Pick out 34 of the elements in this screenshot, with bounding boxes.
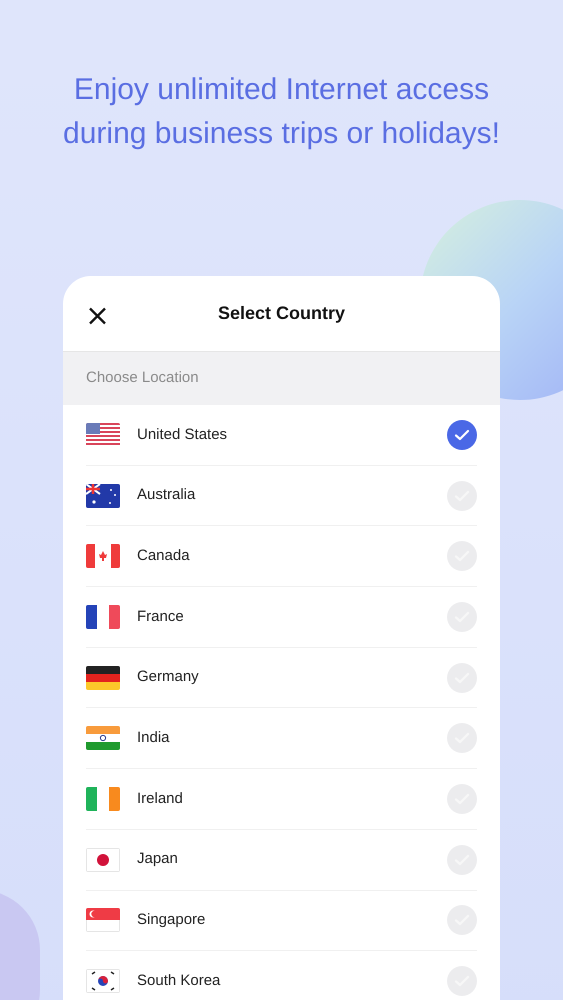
close-icon[interactable] xyxy=(89,308,106,324)
dialog-title: Select Country xyxy=(218,302,346,325)
country-name: Germany xyxy=(137,667,200,688)
country-name: South Korea xyxy=(137,970,222,991)
country-row[interactable]: Canada xyxy=(63,526,500,588)
country-name: Ireland xyxy=(137,788,184,809)
country-row[interactable]: United States xyxy=(63,405,500,466)
flag-icon xyxy=(86,969,120,994)
country-name: Australia xyxy=(137,485,196,506)
country-row[interactable]: South Korea xyxy=(63,951,500,1000)
flag-icon xyxy=(86,908,120,932)
flag-icon xyxy=(86,544,120,568)
country-row[interactable]: France xyxy=(63,587,500,648)
country-row[interactable]: Australia xyxy=(63,466,500,526)
country-name: Singapore xyxy=(137,910,206,930)
country-row[interactable]: Japan xyxy=(63,830,500,890)
flag-icon xyxy=(86,848,120,872)
flag-icon xyxy=(86,422,120,447)
flag-icon xyxy=(86,484,120,508)
country-name: India xyxy=(137,728,171,748)
flag-icon xyxy=(86,726,120,750)
section-header: Choose Location xyxy=(63,352,500,405)
country-name: United States xyxy=(137,424,228,445)
flag-icon xyxy=(86,666,120,690)
flag-icon xyxy=(86,604,120,629)
country-name: Canada xyxy=(137,546,191,566)
country-row[interactable]: Singapore xyxy=(63,890,500,952)
headline: Enjoy unlimited Internet access during business trips or holidays! xyxy=(62,72,501,152)
country-row[interactable]: Ireland xyxy=(63,769,500,830)
flag-icon xyxy=(86,786,120,811)
country-name: France xyxy=(137,606,185,627)
country-row[interactable]: India xyxy=(63,708,500,770)
country-row[interactable]: Germany xyxy=(63,648,500,708)
country-name: Japan xyxy=(137,849,179,870)
